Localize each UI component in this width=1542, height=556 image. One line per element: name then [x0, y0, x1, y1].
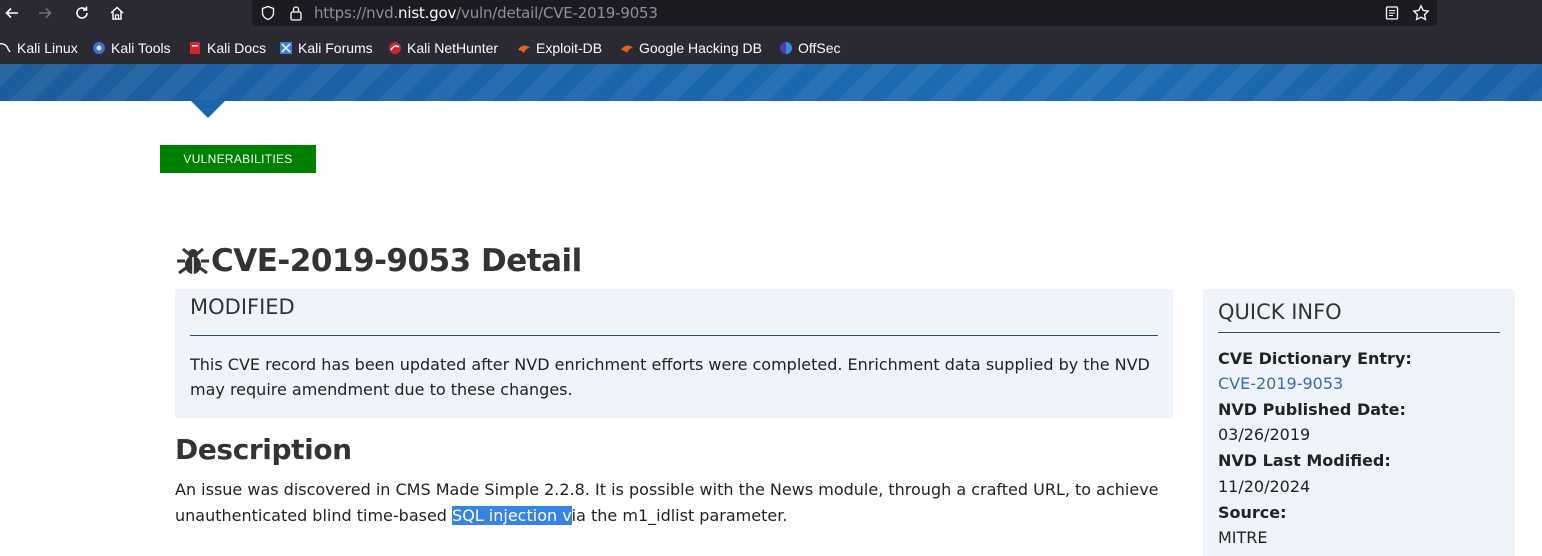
bookmark-label: Kali Docs [207, 40, 267, 56]
bookmark-label: Kali Tools [111, 40, 171, 56]
browser-toolbar: https://nvd.nist.gov/vuln/detail/CVE-201… [0, 0, 1542, 26]
last-modified-label: NVD Last Modified: [1218, 451, 1391, 470]
bookmark-label: OffSec [798, 40, 841, 56]
page-title: CVE-2019-9053 Detail [175, 238, 582, 283]
source-label: Source: [1218, 503, 1287, 522]
modified-text: This CVE record has been updated after N… [190, 355, 1150, 399]
site-header-banner [0, 64, 1542, 101]
menu-caret-icon [190, 100, 226, 118]
kali-docs-icon [190, 42, 200, 54]
home-icon [110, 6, 124, 20]
bookmark-exploit-db[interactable]: Exploit-DB [517, 38, 602, 58]
kali-tools-icon [93, 42, 105, 54]
kali-forums-icon [280, 42, 292, 54]
tracking-shield-icon[interactable] [258, 3, 278, 23]
quick-info-panel: QUICK INFO CVE Dictionary Entry: CVE-201… [1203, 289, 1515, 556]
banner-pattern [0, 64, 1542, 101]
url-path: /vuln/detail/CVE-2019-9053 [456, 4, 658, 22]
bookmark-label: Exploit-DB [536, 40, 603, 56]
cve-entry-label: CVE Dictionary Entry: [1218, 349, 1412, 368]
bookmark-offsec[interactable]: OffSec [779, 38, 841, 58]
vulnerabilities-nav-button[interactable]: VULNERABILITIES [160, 145, 316, 173]
quick-info-heading: QUICK INFO [1218, 300, 1342, 324]
last-modified-value: 11/20/2024 [1218, 477, 1311, 496]
modified-notice: MODIFIED This CVE record has been update… [175, 289, 1173, 418]
url-prefix: https://nvd. [314, 4, 399, 22]
bookmark-google-hacking-db[interactable]: Google Hacking DB [620, 38, 762, 58]
bookmarks-bar: Kali Linux Kali Tools Kali Docs Kali For… [0, 26, 1542, 64]
reload-icon [76, 6, 88, 19]
url-text[interactable]: https://nvd.nist.gov/vuln/detail/CVE-201… [314, 4, 658, 22]
forward-button[interactable] [30, 0, 60, 26]
url-domain: nist.gov [398, 4, 457, 22]
cve-entry-link[interactable]: CVE-2019-9053 [1218, 374, 1343, 393]
bookmark-label: Kali Forums [298, 40, 373, 56]
bookmark-kali-nethunter[interactable]: Kali NetHunter [388, 38, 498, 58]
offsec-icon [780, 42, 792, 54]
address-bar[interactable]: https://nvd.nist.gov/vuln/detail/CVE-201… [252, 0, 1437, 26]
home-button[interactable] [102, 0, 132, 26]
forward-arrow-icon [39, 7, 52, 19]
ghdb-icon [621, 45, 633, 53]
description-heading: Description [175, 433, 352, 466]
selected-text: SQL injection v [452, 506, 572, 525]
kali-nethunter-icon [389, 42, 401, 54]
bookmark-kali-tools[interactable]: Kali Tools [92, 38, 171, 58]
published-label: NVD Published Date: [1218, 400, 1406, 419]
kali-dragon-icon [0, 43, 11, 53]
divider [190, 335, 1158, 336]
bookmark-kali-docs[interactable]: Kali Docs [188, 38, 266, 58]
lock-icon[interactable] [286, 3, 306, 23]
modified-heading: MODIFIED [190, 295, 295, 319]
description-text: An issue was discovered in CMS Made Simp… [175, 477, 1165, 529]
published-value: 03/26/2019 [1218, 425, 1311, 444]
bookmark-kali-forums[interactable]: Kali Forums [279, 38, 373, 58]
bug-icon [177, 247, 209, 274]
bookmark-label: Kali Linux [17, 40, 78, 56]
back-arrow-icon [5, 7, 18, 19]
bookmark-label: Kali NetHunter [407, 40, 499, 56]
bookmark-star-icon[interactable] [1411, 3, 1431, 23]
description-part: ia the m1_idlist parameter. [571, 506, 788, 525]
source-value: MITRE [1218, 528, 1268, 547]
reader-view-icon[interactable] [1382, 3, 1402, 23]
bookmark-label: Google Hacking DB [639, 40, 762, 56]
exploit-db-icon [518, 45, 530, 53]
back-button[interactable] [0, 0, 27, 26]
reload-button[interactable] [67, 0, 97, 26]
divider [1218, 332, 1500, 333]
cve-title: CVE-2019-9053 Detail [211, 242, 582, 279]
bookmark-kali-linux[interactable]: Kali Linux [0, 38, 78, 58]
